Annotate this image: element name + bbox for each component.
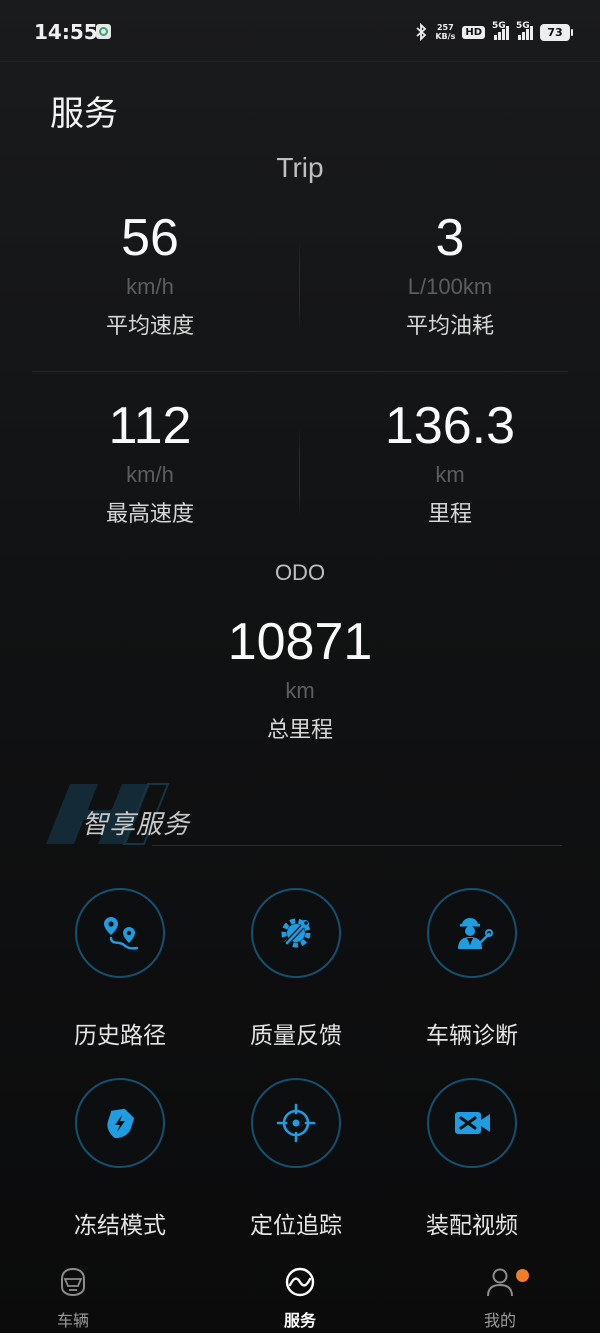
status-time: 14:55: [34, 20, 98, 44]
mechanic-icon: [458, 918, 493, 949]
nav-item-vehicle[interactable]: 车辆: [13, 1265, 133, 1331]
stat-divider-vertical: [299, 428, 300, 518]
service-icon-circle: [75, 888, 165, 978]
stat-unit: km: [435, 462, 465, 487]
stat-average-fuel: 3 L/100km 平均油耗: [300, 208, 600, 342]
stat-label: 平均油耗: [405, 314, 494, 339]
service-freeze-mode[interactable]: 冻结模式: [32, 1078, 208, 1240]
battery-level: 73: [547, 25, 563, 39]
signal-sim2-label: 5G: [516, 21, 530, 31]
service-history-route[interactable]: 历史路径: [32, 888, 208, 1050]
stat-trip-distance: 136.3 km 里程: [300, 396, 600, 530]
notification-app-icon: [96, 24, 111, 39]
trip-label: Trip: [276, 152, 324, 183]
service-screen: 14:55 257 KB/s HD 5G 5G 73 服务 Trip 56 km…: [0, 0, 600, 1333]
stat-unit: L/100km: [407, 274, 493, 299]
service-icon-circle: [251, 1078, 341, 1168]
service-assembly-video[interactable]: 装配视频: [384, 1078, 560, 1240]
service-location-tracking[interactable]: 定位追踪: [208, 1078, 384, 1240]
video-tools-icon: [455, 1112, 490, 1134]
status-bar: 14:55 257 KB/s HD 5G 5G 73: [0, 0, 600, 62]
gear-wrench-icon: [281, 918, 311, 948]
target-crosshair-icon: [276, 1103, 316, 1143]
notification-badge: [516, 1269, 529, 1282]
bluetooth-icon: [416, 23, 427, 41]
lightning-shield-icon: [107, 1108, 135, 1139]
stat-value: 136.3: [384, 397, 516, 455]
service-icon-circle: [251, 888, 341, 978]
service-icon-circle: [75, 1078, 165, 1168]
hd-voice-badge: HD: [462, 25, 485, 39]
network-speed-value: 257: [436, 23, 454, 32]
stat-value: 112: [108, 397, 192, 455]
stat-unit: km/h: [126, 274, 174, 299]
status-divider: [0, 61, 600, 62]
stat-label: 里程: [427, 502, 472, 527]
odo-label: ODO: [274, 560, 326, 585]
service-quality-feedback[interactable]: 质量反馈: [208, 888, 384, 1050]
stat-max-speed: 112 km/h 最高速度: [0, 396, 300, 530]
motorcycle-helmet-icon: [61, 1267, 85, 1297]
service-label: 历史路径: [74, 1023, 166, 1049]
stat-value: 56: [121, 209, 179, 267]
nav-label: 服务: [283, 1311, 316, 1330]
nav-label: 我的: [483, 1311, 516, 1330]
stat-unit: km: [285, 678, 315, 703]
smart-services-title: 智享服务: [82, 810, 191, 840]
bottom-navigation: 车辆 服务 我的: [0, 1255, 600, 1333]
service-label: 质量反馈: [250, 1023, 342, 1049]
section-divider: [152, 845, 562, 846]
service-label: 冻结模式: [74, 1213, 166, 1239]
signal-sim1-label: 5G: [492, 21, 506, 31]
battery-icon: 73: [540, 23, 573, 41]
stat-value: 3: [435, 209, 465, 267]
stat-value: 10871: [227, 613, 373, 671]
service-vehicle-diagnosis[interactable]: 车辆诊断: [384, 888, 560, 1050]
signal-sim2-icon: 5G: [516, 21, 533, 40]
network-speed-unit: KB/s: [435, 32, 456, 41]
status-indicators: 257 KB/s HD 5G 5G 73: [414, 21, 573, 43]
page-title: 服务: [50, 94, 118, 134]
stat-odometer: 10871 km 总里程: [150, 612, 450, 746]
stat-label: 总里程: [266, 718, 333, 743]
service-icon-circle: [427, 1078, 517, 1168]
nav-label: 车辆: [56, 1311, 89, 1330]
signal-sim1-icon: 5G: [492, 21, 509, 40]
stat-label: 最高速度: [105, 502, 194, 527]
stat-divider-horizontal: [32, 371, 568, 372]
network-speed: 257 KB/s: [435, 23, 455, 41]
nav-item-mine[interactable]: 我的: [440, 1265, 560, 1331]
stat-average-speed: 56 km/h 平均速度: [0, 208, 300, 342]
service-label: 装配视频: [426, 1213, 518, 1239]
service-label: 定位追踪: [250, 1213, 342, 1239]
stat-label: 平均速度: [105, 314, 194, 339]
service-icon-circle: [427, 888, 517, 978]
route-pin-icon: [104, 917, 139, 950]
nav-item-service[interactable]: 服务: [240, 1265, 360, 1331]
service-label: 车辆诊断: [426, 1023, 518, 1049]
service-wave-icon: [285, 1267, 315, 1297]
stat-divider-vertical: [299, 240, 300, 330]
stat-unit: km/h: [126, 462, 174, 487]
user-icon: [487, 1268, 513, 1297]
